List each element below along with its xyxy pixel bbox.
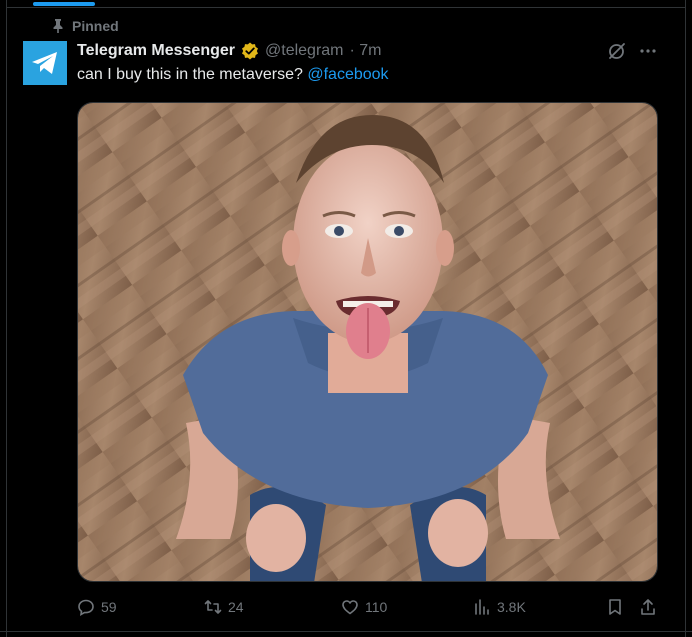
like-button[interactable]: 110	[341, 596, 387, 618]
tweet-time[interactable]: · 7m	[350, 42, 382, 60]
mention-link[interactable]: @facebook	[307, 66, 388, 83]
repost-icon	[204, 600, 222, 614]
avatar[interactable]	[23, 41, 67, 85]
tweet-text: can I buy this in the metaverse? @facebo…	[77, 66, 389, 84]
author-name[interactable]: Telegram Messenger	[77, 42, 235, 60]
bookmark-icon	[609, 599, 621, 615]
frame-border-left	[6, 0, 7, 637]
like-count: 110	[365, 599, 388, 615]
views-button[interactable]: 3.8K	[473, 596, 526, 618]
top-divider	[6, 7, 686, 8]
tweet-header: Telegram Messenger @telegram · 7m	[77, 41, 382, 61]
more-icon[interactable]	[638, 43, 658, 59]
reply-icon	[78, 599, 94, 616]
frame-border-right	[685, 0, 686, 637]
telegram-logo-icon	[32, 52, 57, 74]
pinned-indicator: Pinned	[52, 17, 119, 35]
frame-border-bottom	[0, 631, 692, 632]
grok-icon[interactable]	[607, 41, 627, 61]
like-icon	[342, 600, 358, 615]
bookmark-button[interactable]	[606, 596, 624, 618]
reply-button[interactable]: 59	[77, 596, 117, 618]
repost-count: 24	[228, 599, 244, 615]
photo-illustration	[78, 103, 657, 581]
share-button[interactable]	[639, 596, 657, 618]
active-tab-indicator	[33, 2, 95, 6]
views-count: 3.8K	[497, 599, 526, 615]
tweet-body: can I buy this in the metaverse?	[77, 66, 303, 83]
views-icon	[475, 599, 489, 615]
tweet-actions: 59 24 110 3.8K	[77, 596, 659, 618]
tweet-photo[interactable]	[77, 102, 658, 582]
repost-button[interactable]: 24	[204, 596, 244, 618]
verified-badge-icon[interactable]	[241, 42, 259, 60]
author-handle[interactable]: @telegram	[265, 42, 344, 60]
reply-count: 59	[101, 599, 117, 615]
pinned-label: Pinned	[72, 18, 119, 34]
share-icon	[641, 599, 655, 615]
pin-icon	[52, 19, 64, 33]
